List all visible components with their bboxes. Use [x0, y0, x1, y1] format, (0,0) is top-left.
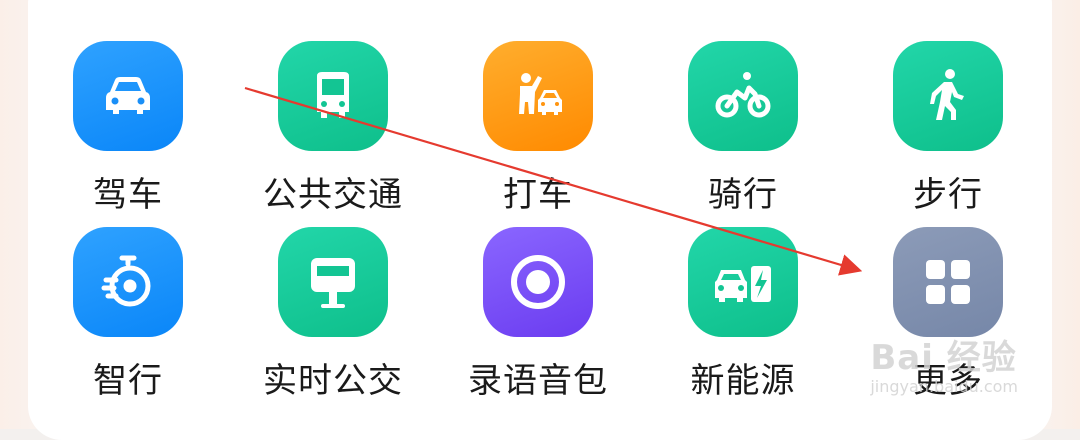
watermark-url: jingyan.baidu.com [870, 377, 1018, 396]
tile-label: 打车 [503, 175, 573, 215]
tile-label: 骑行 [708, 175, 778, 215]
grid-more-icon [893, 227, 1003, 337]
tile-voice-pack[interactable]: 录语音包 [458, 227, 618, 427]
walking-icon [893, 41, 1003, 151]
tile-label: 实时公交 [263, 361, 403, 401]
bus-stop-sign-icon [278, 227, 388, 337]
tile-new-energy[interactable]: 新能源 [663, 227, 823, 427]
watermark-logo: Bai 经验 [870, 338, 1017, 378]
tile-walking[interactable]: 步行 [868, 41, 1028, 241]
tile-realtime-bus[interactable]: 实时公交 [253, 227, 413, 427]
tile-label: 新能源 [690, 361, 796, 401]
tile-drive[interactable]: 驾车 [48, 41, 208, 241]
record-icon [483, 227, 593, 337]
tile-label: 公共交通 [263, 175, 403, 215]
tile-cycling[interactable]: 骑行 [663, 41, 823, 241]
bicycle-icon [688, 41, 798, 151]
tile-label: 驾车 [93, 175, 163, 215]
stopwatch-icon [73, 227, 183, 337]
car-icon [73, 41, 183, 151]
taxi-hail-icon [483, 41, 593, 151]
baidu-watermark: Bai 经验 jingyan.baidu.com [870, 330, 1018, 396]
ev-charging-icon [688, 227, 798, 337]
tile-label: 步行 [913, 175, 983, 215]
bus-icon [278, 41, 388, 151]
tile-taxi[interactable]: 打车 [458, 41, 618, 241]
tile-smart-travel[interactable]: 智行 [48, 227, 208, 427]
tile-public-transit[interactable]: 公共交通 [253, 41, 413, 241]
tile-label: 智行 [93, 361, 163, 401]
tile-label: 录语音包 [468, 361, 608, 401]
tile-more[interactable]: 更多 [868, 227, 1028, 427]
